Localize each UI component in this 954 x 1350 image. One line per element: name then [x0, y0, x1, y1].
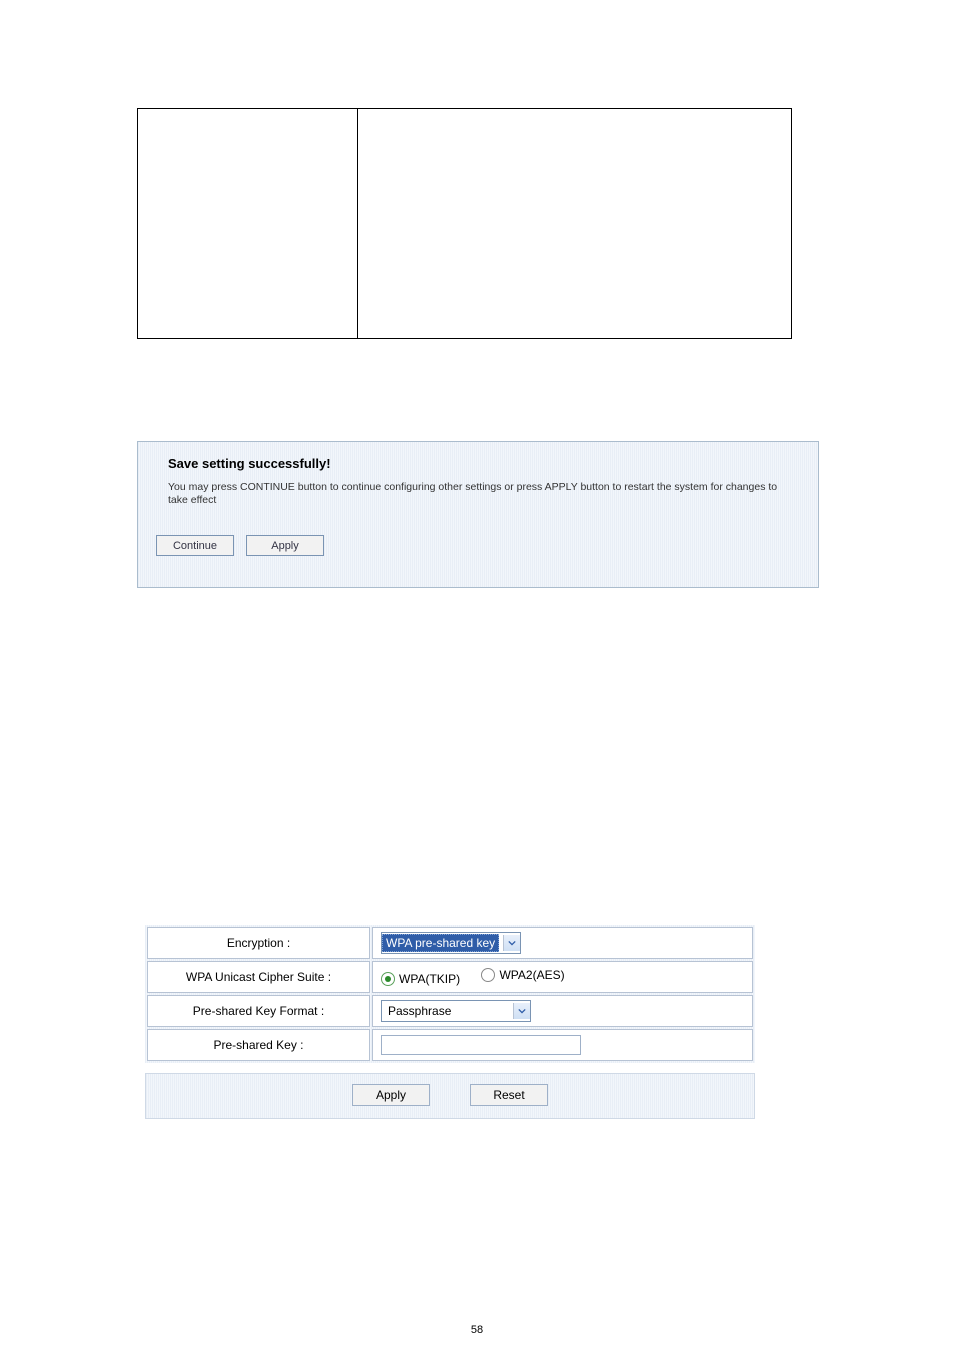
cell-psk: [372, 1029, 753, 1061]
save-setting-buttons: Continue Apply: [156, 535, 800, 556]
save-setting-message: You may press CONTINUE button to continu…: [168, 481, 788, 507]
empty-cell-2: [358, 109, 791, 338]
cell-cipher: WPA(TKIP) WPA2(AES): [372, 961, 753, 993]
page-number: 58: [0, 1324, 954, 1336]
psk-format-select[interactable]: Passphrase: [381, 1000, 531, 1022]
chevron-down-icon: [513, 1003, 530, 1019]
chevron-down-icon: [503, 935, 520, 951]
continue-button[interactable]: Continue: [156, 535, 234, 556]
label-psk-format: Pre-shared Key Format :: [147, 995, 370, 1027]
wpa-config-buttons: Apply Reset: [145, 1073, 755, 1119]
cipher-radio-tkip[interactable]: WPA(TKIP): [381, 972, 460, 986]
empty-cell-1: [138, 109, 358, 338]
label-cipher: WPA Unicast Cipher Suite :: [147, 961, 370, 993]
cell-encryption: WPA pre-shared key: [372, 927, 753, 959]
encryption-select-value: WPA pre-shared key: [382, 934, 499, 952]
cell-psk-format: Passphrase: [372, 995, 753, 1027]
save-setting-panel: Save setting successfully! You may press…: [137, 441, 819, 588]
wpa-config-panel: Encryption : WPA pre-shared key WPA Unic…: [145, 925, 755, 1119]
config-reset-button[interactable]: Reset: [470, 1084, 548, 1106]
psk-input[interactable]: [381, 1035, 581, 1055]
wpa-config-table: Encryption : WPA pre-shared key WPA Unic…: [145, 925, 755, 1063]
label-psk: Pre-shared Key :: [147, 1029, 370, 1061]
cipher-radio-aes-label: WPA2(AES): [499, 968, 564, 982]
psk-format-select-value: Passphrase: [382, 1004, 509, 1018]
row-psk: Pre-shared Key :: [147, 1029, 753, 1061]
cipher-radio-aes[interactable]: WPA2(AES): [481, 968, 564, 982]
apply-button[interactable]: Apply: [246, 535, 324, 556]
encryption-select[interactable]: WPA pre-shared key: [381, 932, 521, 954]
row-encryption: Encryption : WPA pre-shared key: [147, 927, 753, 959]
save-setting-title: Save setting successfully!: [168, 456, 788, 471]
radio-dot-icon: [381, 972, 395, 986]
label-encryption: Encryption :: [147, 927, 370, 959]
row-psk-format: Pre-shared Key Format : Passphrase: [147, 995, 753, 1027]
row-cipher: WPA Unicast Cipher Suite : WPA(TKIP) WPA…: [147, 961, 753, 993]
empty-table: [137, 108, 792, 339]
config-apply-button[interactable]: Apply: [352, 1084, 430, 1106]
radio-dot-off-icon: [481, 968, 495, 982]
cipher-radio-tkip-label: WPA(TKIP): [399, 972, 460, 986]
